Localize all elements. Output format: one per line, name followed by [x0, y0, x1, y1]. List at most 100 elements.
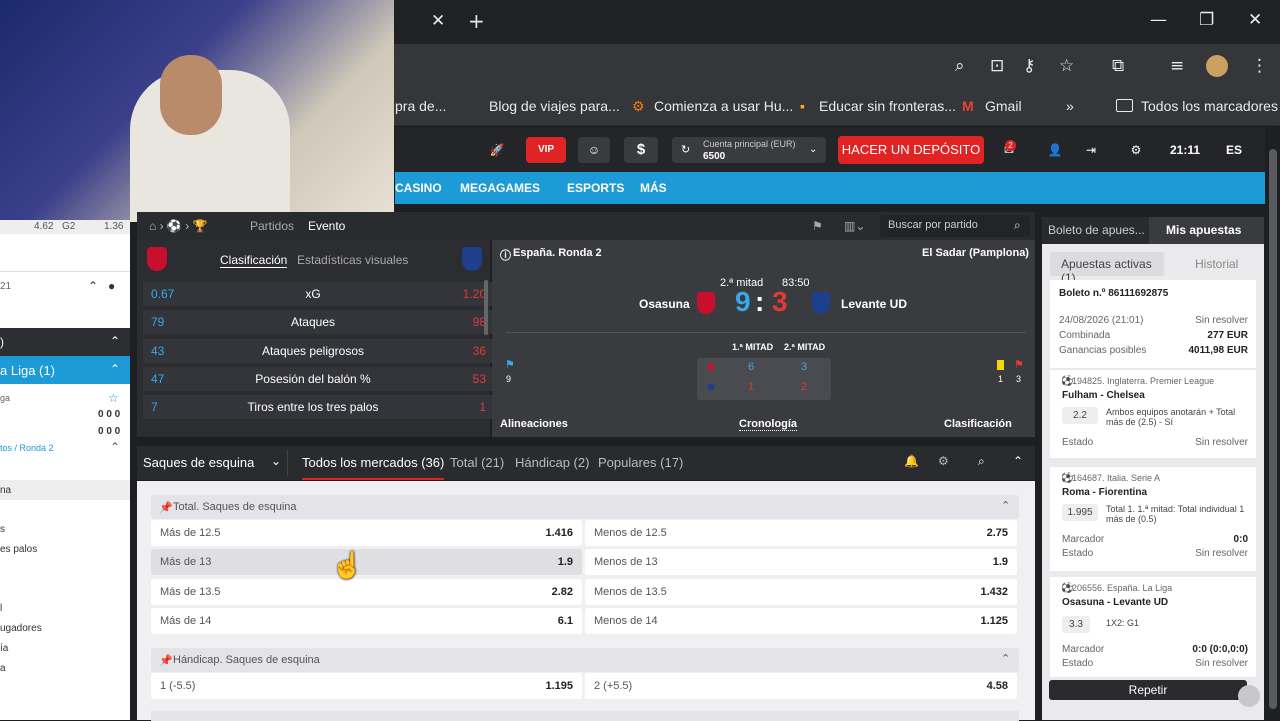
install-icon[interactable]: ⊡: [990, 56, 1004, 76]
section-handicap-corners[interactable]: 📌 Hándicap. Saques de esquina ⌃: [151, 648, 1019, 672]
bookmark-star-icon[interactable]: ☆: [1059, 56, 1074, 76]
location-icon[interactable]: ⚑: [812, 219, 823, 233]
window-close-icon[interactable]: ✕: [1248, 10, 1262, 30]
event-search-input[interactable]: Buscar por partido: [888, 219, 978, 231]
odd-value[interactable]: 4.62: [34, 221, 53, 232]
user-icon[interactable]: 👤: [1038, 137, 1072, 163]
extensions-icon[interactable]: ⧉: [1112, 56, 1124, 76]
left-item[interactable]: ugadores: [0, 623, 42, 634]
chat-icon[interactable]: [1238, 685, 1260, 707]
left-breadcrumb[interactable]: tos / Ronda 2: [0, 443, 54, 453]
dollar-icon[interactable]: $: [624, 137, 658, 163]
vip-button[interactable]: VIP: [526, 137, 566, 163]
restore-icon[interactable]: ❐: [1199, 10, 1214, 30]
bookmark-item[interactable]: Comienza a usar Hu...: [654, 98, 793, 114]
pin-icon[interactable]: 📌: [159, 654, 173, 667]
breadcrumb-partidos[interactable]: Partidos: [250, 219, 294, 233]
market-selector[interactable]: Saques de esquina: [143, 455, 254, 470]
promo-icon[interactable]: ☺: [578, 137, 610, 163]
pin-icon[interactable]: 📌: [159, 501, 173, 514]
chevron-up-icon[interactable]: ⌃: [110, 440, 120, 454]
stats-chart-icon[interactable]: ▥⌄: [844, 219, 865, 233]
scrollbar[interactable]: [484, 280, 488, 335]
chevron-up-icon[interactable]: ⌃: [1001, 652, 1010, 665]
more-bookmarks-icon[interactable]: »: [1066, 98, 1074, 114]
media-icon[interactable]: ≡: [1170, 56, 1184, 76]
left-item[interactable]: s: [0, 524, 5, 535]
logout-icon[interactable]: ⇥: [1080, 137, 1102, 163]
refresh-icon[interactable]: ↻: [681, 137, 690, 163]
tab-mis-apuestas[interactable]: Mis apuestas: [1166, 223, 1241, 237]
tab-handicap[interactable]: Hándicap (2): [515, 455, 589, 470]
odd-button[interactable]: 2 (+5.5) 4.58: [585, 673, 1017, 699]
odd-value[interactable]: 1.36: [104, 221, 123, 232]
tab-estadisticas-visuales[interactable]: Estadísticas visuales: [297, 253, 408, 267]
tab-clasificacion[interactable]: Clasificación: [220, 253, 288, 268]
home-icon[interactable]: ⌂ › ⚽ › 🏆: [149, 219, 207, 233]
tab-todos-mercados[interactable]: Todos los mercados (36): [302, 455, 445, 480]
repeat-button[interactable]: Repetir: [1049, 680, 1247, 700]
bookmark-item[interactable]: Gmail: [985, 98, 1022, 114]
left-item[interactable]: l: [0, 603, 2, 614]
odd-button[interactable]: Más de 12.5 1.416: [151, 520, 582, 546]
tab-total[interactable]: Total (21): [450, 455, 504, 470]
nav-esports[interactable]: ESPORTS: [567, 181, 624, 195]
bet-item[interactable]: ⚽ 194825. Inglaterra. Premier League Ful…: [1050, 370, 1256, 458]
odd-button[interactable]: Menos de 12.5 2.75: [585, 520, 1017, 546]
key-icon[interactable]: ⚷: [1023, 56, 1035, 76]
tab-boleto[interactable]: Boleto de apues...: [1048, 223, 1145, 237]
bookmark-item[interactable]: pra de...: [395, 98, 446, 114]
chevron-up-icon[interactable]: ⌃: [110, 334, 120, 348]
bookmark-item[interactable]: Blog de viajes para...: [489, 98, 620, 114]
chevron-up-icon[interactable]: ⌃: [1001, 499, 1010, 512]
bell-icon[interactable]: 🔔: [904, 454, 919, 468]
search-icon[interactable]: ⌕: [978, 454, 985, 469]
nav-casino[interactable]: CASINO: [395, 181, 442, 195]
zoom-icon[interactable]: ⌕: [955, 56, 965, 76]
history-tab[interactable]: Historial: [1195, 257, 1238, 271]
odd-button[interactable]: Menos de 14 1.125: [585, 608, 1017, 634]
alineaciones-button[interactable]: Alineaciones: [500, 418, 568, 430]
cronologia-button[interactable]: Cronología: [739, 418, 798, 431]
left-item[interactable]: na: [0, 485, 11, 496]
clock-display[interactable]: 21:11: [1160, 137, 1210, 163]
bookmark-item[interactable]: Todos los marcadores: [1141, 98, 1278, 114]
odd-button[interactable]: Menos de 13.5 1.432: [585, 579, 1017, 605]
section-total-corners[interactable]: 📌 Total. Saques de esquina ⌃: [151, 495, 1019, 519]
left-item[interactable]: ): [0, 335, 4, 349]
page-scrollbar[interactable]: [1266, 127, 1280, 720]
rocket-icon[interactable]: 🚀: [483, 137, 511, 163]
left-item[interactable]: ga: [0, 393, 10, 403]
breadcrumb-evento[interactable]: Evento: [308, 219, 345, 233]
odd-button[interactable]: Más de 13.5 2.82: [151, 579, 582, 605]
deposit-button[interactable]: HACER UN DEPÓSITO: [838, 136, 984, 164]
bet-item[interactable]: ⚽ 164687. Italia. Serie A Roma - Fiorent…: [1050, 467, 1256, 571]
chevron-down-icon[interactable]: ⌄: [271, 454, 281, 468]
left-item[interactable]: a: [0, 663, 6, 674]
league-la-liga[interactable]: a Liga (1): [0, 363, 55, 378]
globe-icon[interactable]: ●: [108, 279, 115, 293]
language-selector[interactable]: ES: [1216, 137, 1252, 163]
favorite-star-icon[interactable]: ☆: [108, 391, 119, 405]
stadium-label[interactable]: El Sadar (Pamplona): [922, 247, 1029, 259]
chevron-up-icon[interactable]: ⌃: [110, 362, 120, 376]
bookmark-item[interactable]: Educar sin fronteras...: [819, 98, 956, 114]
bet-item[interactable]: ⚽ 206556. España. La Liga Osasuna - Leva…: [1050, 577, 1256, 677]
nav-megagames[interactable]: MEGAGAMES: [460, 181, 540, 195]
nav-mas[interactable]: MÁS: [640, 181, 667, 195]
gear-icon[interactable]: ⚙: [938, 454, 949, 468]
menu-icon[interactable]: ⋮: [1251, 56, 1268, 76]
minimize-icon[interactable]: —: [1150, 10, 1167, 30]
odd-button[interactable]: 1 (-5.5) 1.195: [151, 673, 582, 699]
profile-avatar[interactable]: [1206, 55, 1228, 77]
odd-button[interactable]: Menos de 13 1.9: [585, 549, 1017, 575]
close-tab-icon[interactable]: ✕: [431, 11, 445, 31]
left-item[interactable]: ía: [0, 643, 8, 654]
left-item[interactable]: 21: [0, 281, 11, 292]
settings-icon[interactable]: ⚙: [1118, 137, 1154, 163]
tab-populares[interactable]: Populares (17): [598, 455, 683, 470]
collapse-icon[interactable]: ⌃: [88, 279, 98, 293]
odd-button[interactable]: Más de 13 1.9: [151, 549, 582, 575]
collapse-all-icon[interactable]: ⌃: [1013, 454, 1023, 468]
search-icon[interactable]: ⌕: [1014, 218, 1021, 233]
